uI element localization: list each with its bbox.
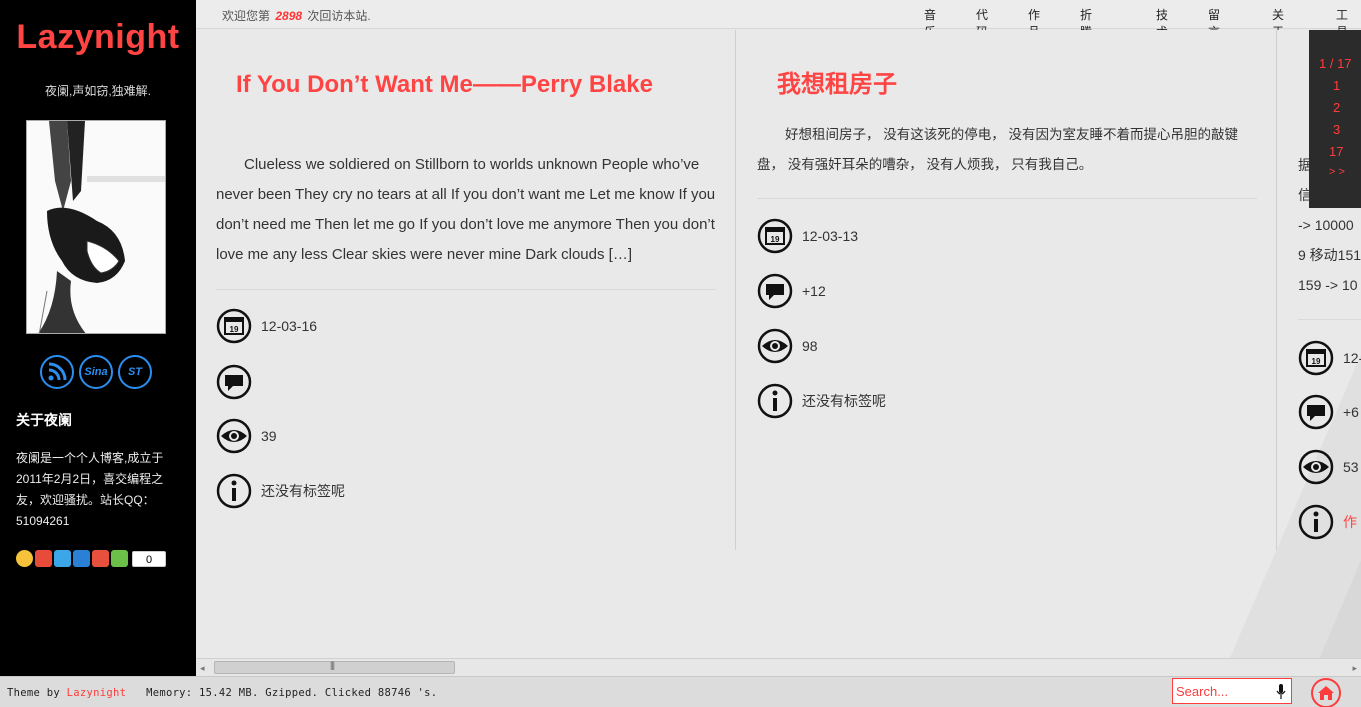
search-box bbox=[1172, 678, 1292, 704]
scroll-right-arrow-icon[interactable]: ▸ bbox=[1352, 663, 1357, 674]
share-count: 0 bbox=[132, 550, 166, 567]
divider bbox=[757, 198, 1257, 199]
view-count: 39 bbox=[261, 428, 277, 444]
info-icon bbox=[757, 383, 793, 419]
divider bbox=[1298, 319, 1361, 320]
tags-text: 作 bbox=[1343, 514, 1357, 530]
visit-counter: 欢迎您第 2898 次回访本站. bbox=[222, 7, 371, 24]
pager: 1 / 17 1 2 3 17 > > bbox=[1309, 30, 1361, 208]
date-text: 12- bbox=[1343, 350, 1361, 366]
post-excerpt-line: -> 10000 bbox=[1298, 217, 1354, 233]
horizontal-scrollbar[interactable]: ◂ ||| ▸ bbox=[196, 658, 1361, 676]
avatar bbox=[26, 120, 166, 334]
about-title: 关于夜阑 bbox=[16, 412, 72, 428]
page-position: 1 / 17 bbox=[1319, 56, 1352, 71]
renren-share-icon[interactable] bbox=[73, 550, 90, 567]
scroll-left-arrow-icon[interactable]: ◂ bbox=[200, 663, 205, 674]
post-tags: 作 bbox=[1298, 504, 1357, 540]
visit-suffix: 次回访本站. bbox=[307, 9, 371, 23]
calendar-icon: 19 bbox=[216, 308, 252, 344]
post-date: 19 12-03-16 bbox=[216, 308, 317, 344]
post-tags: 还没有标签呢 bbox=[216, 473, 345, 509]
post-tags: 还没有标签呢 bbox=[757, 383, 886, 419]
rss-icon[interactable] bbox=[40, 355, 74, 389]
post-views: 39 bbox=[216, 418, 277, 454]
tags-text: 还没有标签呢 bbox=[802, 393, 886, 409]
comment-icon bbox=[1298, 394, 1334, 430]
comment-count: +12 bbox=[802, 283, 826, 299]
info-icon bbox=[1298, 504, 1334, 540]
footer-stats: Memory: 15.42 MB. Gzipped. Clicked 88746… bbox=[146, 687, 438, 699]
svg-text:19: 19 bbox=[771, 235, 780, 244]
post-views: 98 bbox=[757, 328, 818, 364]
post-title[interactable]: If You Don’t Want Me——Perry Blake bbox=[236, 70, 676, 100]
post-comments[interactable] bbox=[216, 364, 261, 400]
page-link-1[interactable]: 1 bbox=[1333, 78, 1340, 93]
sina-icon[interactable]: Sina bbox=[79, 355, 113, 389]
tags-text: 还没有标签呢 bbox=[261, 483, 345, 499]
page-link-2[interactable]: 2 bbox=[1333, 100, 1340, 115]
post-excerpt: 好想租间房子， 没有这该死的停电， 没有因为室友睡不着而提心吊胆的敲键盘， 没有… bbox=[757, 127, 1239, 172]
post-date: 19 12- bbox=[1298, 340, 1361, 376]
grip-icon: ||| bbox=[330, 660, 335, 670]
footer-text: Theme by Lazynight Memory: 15.42 MB. Gzi… bbox=[7, 687, 437, 699]
eye-icon bbox=[216, 418, 252, 454]
comment-icon bbox=[757, 273, 793, 309]
view-count: 98 bbox=[802, 338, 818, 354]
post-excerpt-line: 9 移动151 bbox=[1298, 247, 1361, 263]
st-icon[interactable]: ST bbox=[118, 355, 152, 389]
site-tagline: 夜阑,声如窃,独难解. bbox=[44, 84, 151, 98]
date-text: 12-03-13 bbox=[802, 228, 859, 244]
post-title[interactable]: 我想租房子 bbox=[777, 70, 1217, 100]
home-icon bbox=[1318, 686, 1334, 700]
visit-count: 2898 bbox=[275, 9, 303, 23]
sina-label: Sina bbox=[84, 366, 108, 378]
home-button[interactable] bbox=[1311, 678, 1341, 707]
svg-text:19: 19 bbox=[230, 325, 239, 334]
eye-icon bbox=[757, 328, 793, 364]
page-link-last[interactable]: 17 bbox=[1329, 144, 1343, 159]
divider bbox=[216, 289, 716, 290]
st-label: ST bbox=[127, 366, 143, 378]
social-links: Sina ST bbox=[40, 355, 152, 389]
tencent-share-icon[interactable] bbox=[54, 550, 71, 567]
post-views: 53 bbox=[1298, 449, 1359, 485]
post-card: If You Don’t Want Me——Perry Blake Cluele… bbox=[196, 30, 736, 550]
kaixin-share-icon[interactable] bbox=[92, 550, 109, 567]
view-count: 53 bbox=[1343, 459, 1359, 475]
about-text: 夜阑是一个个人博客,成立于2011年2月2日，喜交编程之友，欢迎骚扰。站长QQ：… bbox=[16, 451, 164, 528]
footer: Theme by Lazynight Memory: 15.42 MB. Gzi… bbox=[0, 676, 1361, 707]
post-excerpt: Clueless we soldiered on Stillborn to wo… bbox=[216, 156, 716, 263]
post-excerpt-line: 159 -> 10 bbox=[1298, 277, 1358, 293]
calendar-icon: 19 bbox=[757, 218, 793, 254]
theme-by-label: Theme by bbox=[7, 687, 60, 699]
qzone-share-icon[interactable] bbox=[16, 550, 33, 567]
post-comments[interactable]: +12 bbox=[757, 273, 826, 309]
post-date: 19 12-03-13 bbox=[757, 218, 858, 254]
more-share-icon[interactable] bbox=[111, 550, 128, 567]
svg-text:19: 19 bbox=[1312, 357, 1321, 366]
top-bar: 欢迎您第 2898 次回访本站. 音乐 代码 作品 折腾 技术杂谈 留言 关于我… bbox=[196, 0, 1361, 73]
share-bar: 0 bbox=[16, 550, 166, 567]
post-strip: If You Don’t Want Me——Perry Blake Cluele… bbox=[196, 30, 1361, 658]
next-page-button[interactable]: > > bbox=[1329, 166, 1345, 178]
sidebar: Lazynight 夜阑,声如窃,独难解. Sina ST 关于夜阑 夜阑是一个… bbox=[0, 0, 196, 676]
eye-icon bbox=[1298, 449, 1334, 485]
microphone-icon[interactable] bbox=[1276, 684, 1286, 700]
visit-prefix: 欢迎您第 bbox=[222, 9, 271, 23]
post-card: 我想租房子 好想租间房子， 没有这该死的停电， 没有因为室友睡不着而提心吊胆的敲… bbox=[737, 30, 1277, 550]
info-icon bbox=[216, 473, 252, 509]
site-title[interactable]: Lazynight bbox=[0, 18, 196, 57]
search-input[interactable] bbox=[1173, 679, 1273, 703]
comment-icon bbox=[216, 364, 252, 400]
date-text: 12-03-16 bbox=[261, 318, 318, 334]
weibo-share-icon[interactable] bbox=[35, 550, 52, 567]
comment-count: +6 bbox=[1343, 404, 1359, 420]
page-link-3[interactable]: 3 bbox=[1333, 122, 1340, 137]
calendar-icon: 19 bbox=[1298, 340, 1334, 376]
post-comments[interactable]: +6 bbox=[1298, 394, 1359, 430]
avatar-illustration bbox=[27, 121, 165, 333]
theme-brand-link[interactable]: Lazynight bbox=[67, 687, 127, 699]
scrollbar-thumb[interactable]: ||| bbox=[214, 660, 455, 674]
